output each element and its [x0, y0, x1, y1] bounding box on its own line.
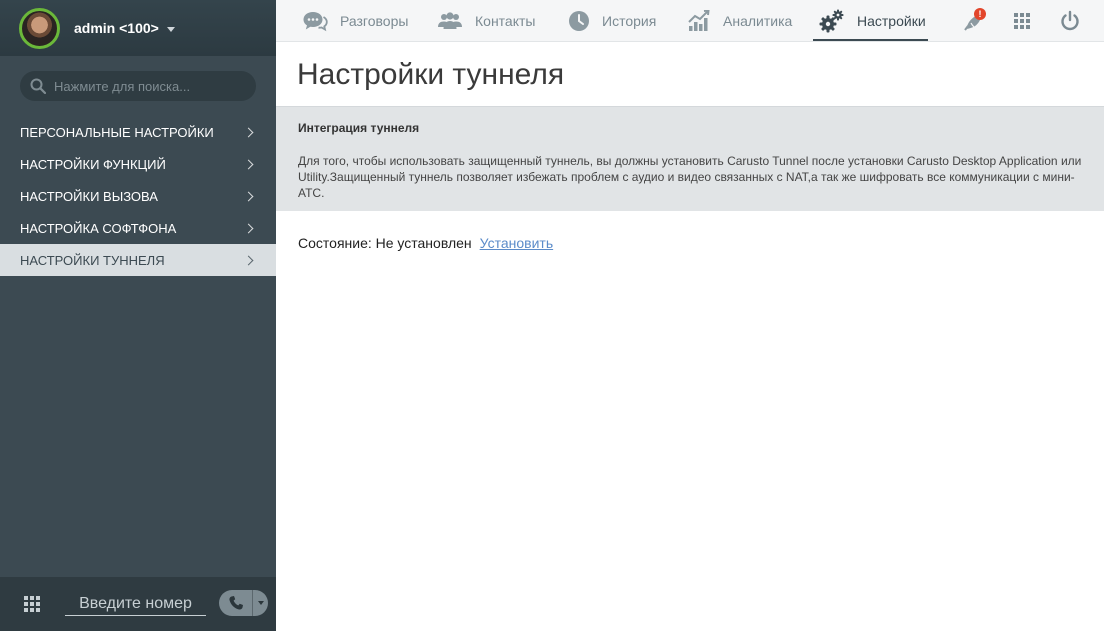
clock-icon — [569, 11, 589, 31]
keypad-icon[interactable] — [24, 596, 40, 612]
sidebar: admin <100> ПЕРСОНАЛЬНЫЕ НАСТРОЙКИ НАСТР… — [0, 0, 276, 631]
page-title: Настройки туннеля — [297, 58, 565, 91]
sidebar-item-label: ПЕРСОНАЛЬНЫЕ НАСТРОЙКИ — [20, 124, 214, 140]
sidebar-item-label: НАСТРОЙКИ ФУНКЦИЙ — [20, 156, 166, 172]
status-label: Состояние: Не установлен — [298, 235, 472, 251]
chevron-right-icon — [243, 191, 254, 201]
sidebar-item-function-settings[interactable]: НАСТРОЙКИ ФУНКЦИЙ — [0, 148, 276, 180]
notification-badge: ! — [974, 8, 986, 20]
sidebar-item-call-settings[interactable]: НАСТРОЙКИ ВЫЗОВА — [0, 180, 276, 212]
search-icon — [30, 78, 46, 94]
phone-icon[interactable] — [219, 590, 253, 616]
tunnel-status: Состояние: Не установлен Установить — [298, 235, 553, 251]
gears-icon — [819, 9, 844, 33]
chevron-right-icon — [243, 223, 254, 233]
analytics-icon — [688, 10, 710, 31]
chevron-right-icon — [243, 159, 254, 169]
power-icon[interactable] — [1058, 9, 1082, 33]
install-link[interactable]: Установить — [480, 235, 553, 251]
search-box — [20, 71, 256, 101]
sidebar-item-tunnel-settings[interactable]: НАСТРОЙКИ ТУННЕЛЯ — [0, 244, 276, 276]
tab-history[interactable]: История — [568, 0, 656, 42]
tab-settings[interactable]: Настройки — [819, 0, 926, 42]
tab-conversations[interactable]: Разговоры — [302, 0, 408, 42]
chevron-down-icon — [257, 601, 264, 605]
sidebar-item-label: НАСТРОЙКИ ВЫЗОВА — [20, 188, 158, 204]
chevron-down-icon[interactable] — [166, 26, 175, 32]
user-name[interactable]: admin <100> — [74, 20, 159, 36]
sidebar-item-personal-settings[interactable]: ПЕРСОНАЛЬНЫЕ НАСТРОЙКИ — [0, 116, 276, 148]
search-input[interactable] — [54, 78, 244, 94]
sidebar-item-label: НАСТРОЙКА СОФТФОНА — [20, 220, 177, 236]
contacts-icon — [438, 12, 462, 29]
dial-number-input[interactable] — [65, 592, 206, 616]
settings-menu: ПЕРСОНАЛЬНЫЕ НАСТРОЙКИ НАСТРОЙКИ ФУНКЦИЙ… — [0, 116, 276, 276]
top-navigation: Разговоры Контакты История Аналитика Нас… — [276, 0, 1104, 42]
tab-analytics[interactable]: Аналитика — [688, 0, 792, 42]
chevron-right-icon — [243, 255, 254, 265]
tunnel-info-panel: Интеграция туннеля Для того, чтобы испол… — [276, 106, 1104, 211]
apps-grid-icon[interactable] — [1010, 9, 1034, 33]
sidebar-item-softphone-settings[interactable]: НАСТРОЙКА СОФТФОНА — [0, 212, 276, 244]
panel-description: Для того, чтобы использовать защищенный … — [298, 154, 1082, 200]
avatar[interactable] — [19, 7, 60, 49]
tab-contacts[interactable]: Контакты — [437, 0, 535, 42]
active-tab-indicator — [813, 39, 928, 41]
chevron-right-icon — [243, 127, 254, 137]
tab-label: Аналитика — [723, 13, 793, 29]
tab-label: Настройки — [857, 13, 926, 29]
panel-title: Интеграция туннеля — [298, 121, 420, 135]
chat-icon — [303, 12, 328, 32]
user-header: admin <100> — [0, 0, 276, 56]
call-button[interactable] — [219, 590, 268, 616]
tab-label: История — [602, 13, 657, 29]
sidebar-item-label: НАСТРОЙКИ ТУННЕЛЯ — [20, 252, 165, 268]
tab-label: Разговоры — [340, 13, 409, 29]
call-options-dropdown[interactable] — [253, 590, 268, 616]
tab-label: Контакты — [475, 13, 536, 29]
